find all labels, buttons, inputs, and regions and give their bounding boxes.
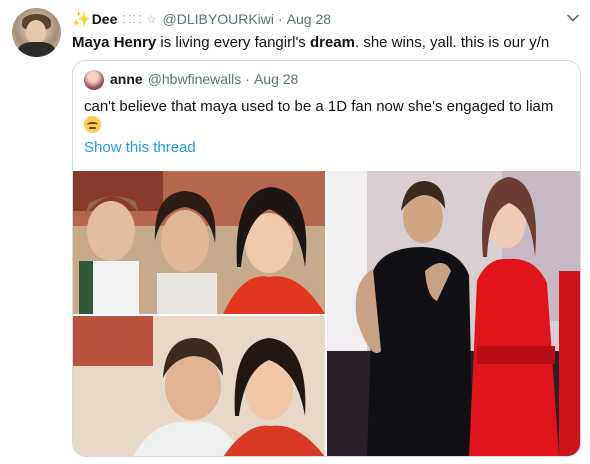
- tweet[interactable]: ✨ Dee ⸬⸬ ☆ @DLIBYOURKiwi · Aug 28 Maya H…: [0, 0, 590, 464]
- tweet-text: Maya Henry is living every fangirl's dre…: [72, 33, 549, 52]
- chevron-down-icon[interactable]: [566, 11, 580, 25]
- tweet-header: ✨ Dee ⸬⸬ ☆ @DLIBYOURKiwi · Aug 28: [72, 10, 331, 28]
- tweet-text-segment: is living every fangirl's: [156, 34, 310, 51]
- separator-dot: ·: [277, 11, 283, 27]
- quoted-avatar[interactable]: [84, 70, 104, 90]
- avatar[interactable]: [12, 8, 61, 57]
- media-grid: [73, 171, 580, 456]
- tweet-date[interactable]: Aug 28: [287, 11, 331, 27]
- separator-dot: ·: [245, 71, 250, 87]
- quoted-author-handle[interactable]: @hbwfinewalls: [148, 71, 242, 87]
- quoted-text: can't believe that maya used to be a 1D …: [84, 97, 572, 135]
- quoted-text-body: can't believe that maya used to be a 1D …: [84, 98, 554, 115]
- author-name-text: Dee: [91, 11, 118, 27]
- sparkles-emoji: ✨: [72, 11, 91, 28]
- tweet-text-bold-name: Maya Henry: [72, 34, 157, 51]
- tweet-text-segment: . she wins, yall. this is our y/n: [355, 34, 550, 51]
- name-decoration: ⸬⸬ ☆: [122, 13, 158, 26]
- quoted-header: anne @hbwfinewalls · Aug 28: [110, 71, 298, 87]
- quoted-date[interactable]: Aug 28: [254, 71, 298, 87]
- photo-couple-selfie[interactable]: [73, 316, 325, 456]
- quoted-tweet[interactable]: anne @hbwfinewalls · Aug 28 can't believ…: [72, 60, 581, 457]
- tweet-text-bold-word: dream: [309, 34, 355, 51]
- relieved-face-emoji: [84, 116, 101, 133]
- photo-group-selfie[interactable]: [73, 171, 325, 314]
- author-handle[interactable]: @DLIBYOURKiwi: [163, 11, 274, 27]
- photo-event[interactable]: [327, 171, 580, 456]
- author-name[interactable]: ✨ Dee: [72, 10, 117, 28]
- show-thread-link[interactable]: Show this thread: [84, 139, 196, 156]
- quoted-author-name[interactable]: anne: [110, 71, 143, 87]
